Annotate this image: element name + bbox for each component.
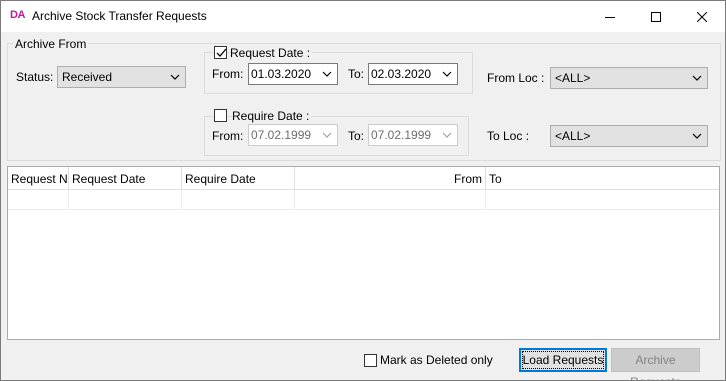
- chevron-down-icon: [692, 133, 702, 139]
- chevron-down-icon: [442, 132, 452, 138]
- require-from-label: From:: [212, 129, 244, 143]
- grid-header: Request N Request Date Require Date From…: [8, 167, 719, 190]
- request-to-label: To:: [348, 67, 365, 81]
- request-from-value: 01.03.2020: [251, 67, 312, 81]
- grid-cell[interactable]: [295, 190, 486, 210]
- archive-window: DA Archive Stock Transfer Requests Archi…: [0, 0, 726, 381]
- require-date-label: Require Date :: [232, 109, 312, 123]
- close-button[interactable]: [679, 1, 725, 32]
- chevron-down-icon: [442, 71, 452, 77]
- title-bar[interactable]: DA Archive Stock Transfer Requests: [1, 1, 725, 32]
- chevron-down-icon: [692, 75, 702, 81]
- column-header-require-date[interactable]: Require Date: [182, 167, 295, 190]
- grid-cell[interactable]: [69, 190, 182, 210]
- grid-cell[interactable]: [182, 190, 295, 210]
- focus-rect: [522, 351, 604, 369]
- request-from-date[interactable]: 01.03.2020: [248, 63, 338, 85]
- load-requests-button[interactable]: Load Requests: [519, 348, 607, 372]
- chevron-down-icon: [322, 132, 332, 138]
- from-loc-label: From Loc :: [487, 71, 545, 85]
- require-from-value: 07.02.1999: [251, 128, 312, 142]
- archive-from-title: Archive From: [13, 37, 89, 51]
- window-title: Archive Stock Transfer Requests: [32, 9, 207, 23]
- column-header-to[interactable]: To: [486, 167, 719, 190]
- require-from-date[interactable]: 07.02.1999: [248, 124, 338, 146]
- from-loc-dropdown[interactable]: <ALL>: [550, 67, 708, 89]
- status-value: Received: [62, 70, 113, 84]
- require-to-date[interactable]: 07.02.1999: [368, 124, 458, 146]
- archive-requests-button[interactable]: Archive Requests: [611, 348, 700, 381]
- archive-requests-label: Archive Requests: [630, 353, 681, 381]
- request-to-value: 02.03.2020: [371, 67, 432, 81]
- to-loc-dropdown[interactable]: <ALL>: [550, 125, 708, 147]
- require-to-label: To:: [348, 129, 365, 143]
- to-loc-label: To Loc :: [487, 129, 530, 143]
- maximize-icon: [651, 11, 661, 22]
- request-to-date[interactable]: 02.03.2020: [368, 63, 458, 85]
- app-icon: DA: [10, 9, 25, 21]
- mark-deleted-label: Mark as Deleted only: [380, 353, 493, 367]
- table-row[interactable]: [8, 190, 719, 210]
- requests-grid[interactable]: Request N Request Date Require Date From…: [7, 166, 720, 340]
- status-label: Status:: [16, 70, 54, 84]
- chevron-down-icon: [170, 74, 180, 80]
- column-header-from[interactable]: From: [295, 167, 486, 190]
- chevron-down-icon: [322, 71, 332, 77]
- column-header-request-no[interactable]: Request N: [8, 167, 69, 190]
- close-icon: [697, 11, 707, 22]
- from-loc-value: <ALL>: [555, 71, 591, 85]
- minimize-button[interactable]: [587, 1, 633, 32]
- to-loc-value: <ALL>: [555, 129, 591, 143]
- require-to-value: 07.02.1999: [371, 128, 432, 142]
- minimize-icon: [605, 16, 615, 18]
- request-from-label: From:: [212, 67, 244, 81]
- request-date-checkbox[interactable]: [214, 46, 227, 59]
- maximize-button[interactable]: [633, 1, 679, 32]
- column-header-request-date[interactable]: Request Date: [69, 167, 182, 190]
- request-date-label: Request Date :: [230, 46, 313, 60]
- mark-deleted-checkbox[interactable]: [364, 354, 377, 367]
- status-dropdown[interactable]: Received: [57, 66, 186, 88]
- grid-cell[interactable]: [8, 190, 69, 210]
- checkmark-icon: [216, 48, 227, 57]
- require-date-checkbox[interactable]: [214, 109, 227, 122]
